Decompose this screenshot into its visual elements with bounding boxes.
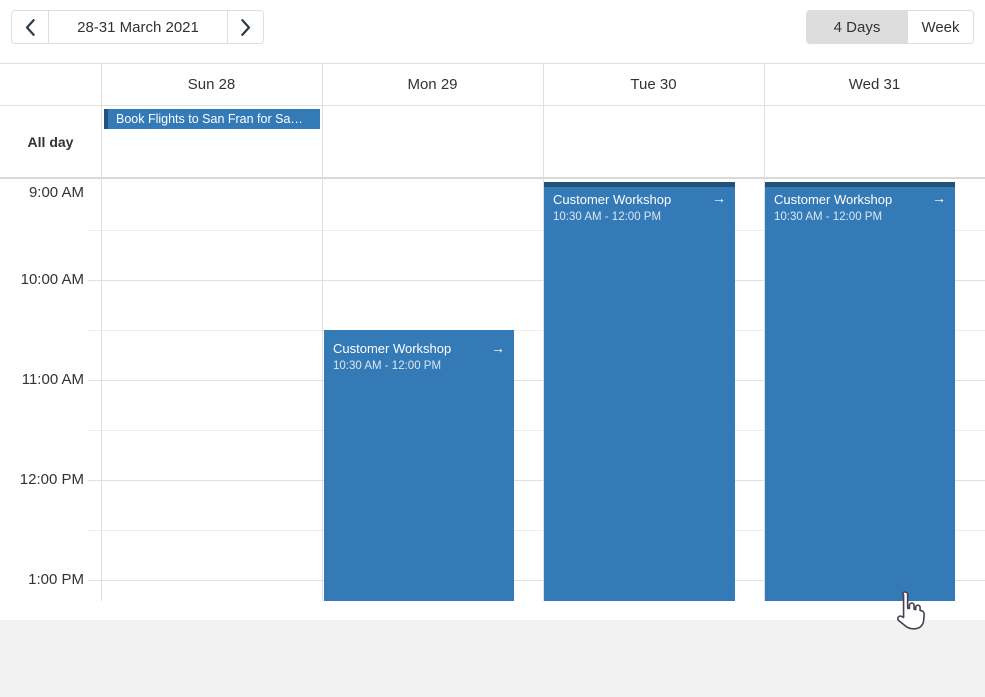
appointment-time: 10:30 AM - 12:00 PM [333,360,490,372]
appointment-title: Customer Workshop [774,192,931,207]
day-header-tue: Tue 30 [543,63,764,105]
appointment-time: 10:30 AM - 12:00 PM [774,211,931,223]
options-panel: All day panel mode all allDay hidden [0,620,985,697]
day-header-mon: Mon 29 [322,63,543,105]
allday-panel-border [0,177,985,179]
all-day-panel-title: All day [0,106,101,177]
time-label: 11:00 AM [0,371,84,389]
arrow-right-icon: → [932,191,946,205]
appointment-title: Customer Workshop [333,341,490,356]
day-header-wed: Wed 31 [764,63,985,105]
appointment-customer-workshop-wed[interactable]: Customer Workshop 10:30 AM - 12:00 PM → [765,182,955,601]
grid-line-vertical [101,63,102,601]
scheduler-work-area[interactable]: Sun 28 Mon 29 Tue 30 Wed 31 All day Book… [0,0,985,601]
arrow-right-icon: → [491,341,505,355]
arrow-right-icon: → [712,191,726,205]
day-header-sun: Sun 28 [101,63,322,105]
time-label: 1:00 PM [0,571,84,589]
appointment-title: Book Flights to San Fran for Sa… [116,112,303,126]
time-label: 12:00 PM [0,471,84,489]
grid-line-vertical [322,63,323,601]
appointment-time: 10:30 AM - 12:00 PM [553,211,711,223]
appointment-book-flights[interactable]: Book Flights to San Fran for Sa… [104,109,320,129]
scheduler-app: 28-31 March 2021 4 Days Week [0,0,985,697]
appointment-customer-workshop-mon[interactable]: Customer Workshop 10:30 AM - 12:00 PM → [324,330,514,601]
appointment-title: Customer Workshop [553,192,711,207]
time-label: 9:00 AM [0,184,84,202]
time-label: 10:00 AM [0,271,84,289]
header-bottom-border [0,105,985,106]
appointment-customer-workshop-tue[interactable]: Customer Workshop 10:30 AM - 12:00 PM → [544,182,735,601]
